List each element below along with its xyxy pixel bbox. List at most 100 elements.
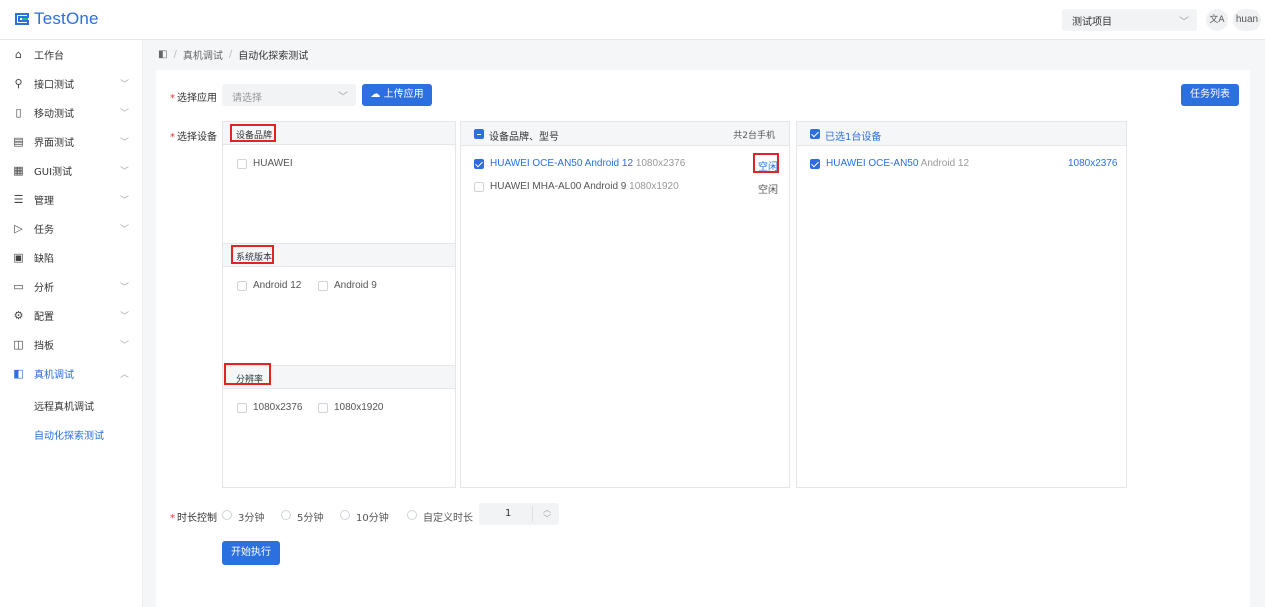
sidebar-item-label: 缺陷 (34, 253, 54, 265)
sidebar-item-config[interactable]: ⚙ 配置 ﹀ (0, 301, 143, 329)
chevron-down-icon[interactable]: ﹀ (543, 513, 551, 524)
select-device-label: * 选择设备 (170, 132, 217, 143)
chevron-up-icon: ︿ (120, 369, 130, 380)
sidebar-item-api-test[interactable]: ⚲ 接口测试 ﹀ (0, 69, 143, 97)
highlight-box (231, 245, 274, 264)
device-checkbox[interactable] (474, 182, 484, 192)
gear-icon: ⚙ (13, 308, 24, 322)
sidebar-item-label: 移动测试 (34, 108, 74, 120)
doc-icon: ▣ (13, 250, 24, 264)
duration-radio-10min[interactable] (340, 510, 350, 520)
logo[interactable]: TestOne (14, 9, 99, 29)
mobile-icon: ▯ (15, 105, 22, 119)
sidebar-item-defect[interactable]: ▣ 缺陷 (0, 243, 143, 271)
duration-option-label: 自定义时长 (423, 513, 473, 524)
sidebar-item-label: 界面测试 (34, 137, 74, 149)
sidebar-item-device-debug[interactable]: ◧ 真机调试 ︿ (0, 359, 143, 387)
sidebar-item-label: 配置 (34, 311, 54, 323)
sidebar-subitem-auto-explore[interactable]: 自动化探索测试 (0, 419, 143, 447)
play-icon: ▷ (14, 221, 23, 235)
chevron-down-icon: ﹀ (120, 137, 130, 148)
sidebar-item-label: 工作台 (34, 50, 64, 62)
brand-checkbox[interactable] (237, 159, 247, 169)
sidebar-item-label: 任务 (34, 224, 54, 236)
logo-icon (15, 13, 29, 25)
resolution-checkbox[interactable] (318, 403, 328, 413)
list-icon: ☰ (13, 192, 24, 206)
stepper-divider (532, 506, 533, 522)
resolution-option-label: 1080x2376 (253, 402, 303, 413)
chevron-down-icon: ﹀ (120, 166, 130, 177)
duration-radio-3min[interactable] (222, 510, 232, 520)
selected-device-row[interactable]: HUAWEI OCE-AN50 Android 12 (826, 158, 969, 169)
chevron-down-icon: ﹀ (120, 340, 130, 351)
selected-device-os: Android 12 (920, 158, 970, 169)
sidebar-item-analysis[interactable]: ▭ 分析 ﹀ (0, 272, 143, 300)
resolution-checkbox[interactable] (237, 403, 247, 413)
device-icon[interactable]: ◧ (158, 49, 167, 60)
highlight-box (230, 124, 276, 142)
upload-app-button[interactable]: ☁ 上传应用 (362, 84, 432, 106)
selected-devices-panel: 已选1台设备 HUAWEI OCE-AN50 Android 12 1080x2… (796, 121, 1127, 488)
user-menu[interactable]: huan (1233, 9, 1261, 31)
sidebar-item-label: 真机调试 (34, 369, 74, 381)
device-list-header: 设备品牌、型号 共2台手机 (461, 122, 789, 146)
project-select-value: 测试项目 (1072, 17, 1112, 28)
chevron-down-icon: ﹀ (120, 224, 130, 235)
device-count: 共2台手机 (733, 131, 775, 141)
chart-icon: ▭ (13, 279, 24, 293)
duration-radio-custom[interactable] (407, 510, 417, 520)
sidebar-item-mock[interactable]: ◫ 挡板 ﹀ (0, 330, 143, 358)
duration-label: * 时长控制 (170, 513, 217, 524)
selected-device-resolution: 1080x2376 (1068, 158, 1118, 169)
sidebar-item-gui-test[interactable]: ▦ GUI测试 ﹀ (0, 156, 143, 184)
device-list-panel: 设备品牌、型号 共2台手机 HUAWEI OCE-AN50 Android 12… (460, 121, 790, 488)
sidebar-item-ui-test[interactable]: ▤ 界面测试 ﹀ (0, 127, 143, 155)
sidebar-item-task[interactable]: ▷ 任务 ﹀ (0, 214, 143, 242)
app-select[interactable]: 请选择 ﹀ (222, 84, 356, 106)
breadcrumb-parent[interactable]: 真机调试 (183, 47, 223, 62)
breadcrumb-separator: / (228, 49, 233, 60)
os-checkbox[interactable] (237, 281, 247, 291)
sidebar-item-label: GUI测试 (34, 166, 73, 178)
select-all-checkbox[interactable] (474, 129, 484, 139)
sidebar-item-mobile-test[interactable]: ▯ 移动测试 ﹀ (0, 98, 143, 126)
sidebar-item-label: 挡板 (34, 340, 54, 352)
custom-duration-stepper[interactable]: 1 ︿ ﹀ (479, 503, 559, 525)
highlight-box (753, 153, 779, 173)
sidebar-item-manage[interactable]: ☰ 管理 ﹀ (0, 185, 143, 213)
selected-device-name: HUAWEI OCE-AN50 (826, 158, 919, 169)
os-option-label: Android 9 (334, 280, 377, 291)
resolution-option-label: 1080x1920 (334, 402, 384, 413)
device-list-title: 设备品牌、型号 (489, 132, 559, 143)
chevron-down-icon: ﹀ (120, 195, 130, 206)
start-run-button[interactable]: 开始执行 (222, 541, 280, 565)
home-icon: ⌂ (15, 47, 22, 61)
duration-radio-5min[interactable] (281, 510, 291, 520)
language-icon[interactable]: 文A (1206, 9, 1228, 31)
sidebar-subitem-remote-debug[interactable]: 远程真机调试 (0, 390, 143, 418)
task-list-button[interactable]: 任务列表 (1181, 84, 1239, 106)
sidebar-subitem-label: 自动化探索测试 (34, 431, 104, 442)
selected-all-checkbox[interactable] (810, 129, 820, 139)
duration-option-label: 5分钟 (297, 513, 324, 524)
chevron-down-icon: ﹀ (120, 108, 130, 119)
selected-device-checkbox[interactable] (810, 159, 820, 169)
device-row[interactable]: HUAWEI OCE-AN50 Android 12 1080x2376 (490, 158, 685, 169)
layout-icon: ▤ (13, 134, 24, 148)
sidebar-item-label: 管理 (34, 195, 54, 207)
os-checkbox[interactable] (318, 281, 328, 291)
api-icon: ⚲ (14, 76, 23, 90)
device-checkbox[interactable] (474, 159, 484, 169)
filter-panel: 设备品牌 HUAWEI 系统版本 Android 12 Android 9 分辨… (222, 121, 456, 488)
grid-icon: ▦ (13, 163, 24, 177)
selected-devices-header: 已选1台设备 (797, 122, 1126, 146)
chevron-down-icon: ﹀ (338, 92, 348, 103)
sidebar-item-workbench[interactable]: ⌂ 工作台 (0, 40, 143, 68)
chevron-down-icon: ﹀ (1179, 17, 1189, 28)
device-row[interactable]: HUAWEI MHA-AL00 Android 9 1080x1920 (490, 181, 679, 192)
select-app-label: * 选择应用 (170, 93, 217, 104)
top-header: TestOne 测试项目 ﹀ 文A huan (0, 0, 1265, 40)
chevron-down-icon: ﹀ (120, 311, 130, 322)
project-select[interactable]: 测试项目 ﹀ (1062, 9, 1197, 31)
